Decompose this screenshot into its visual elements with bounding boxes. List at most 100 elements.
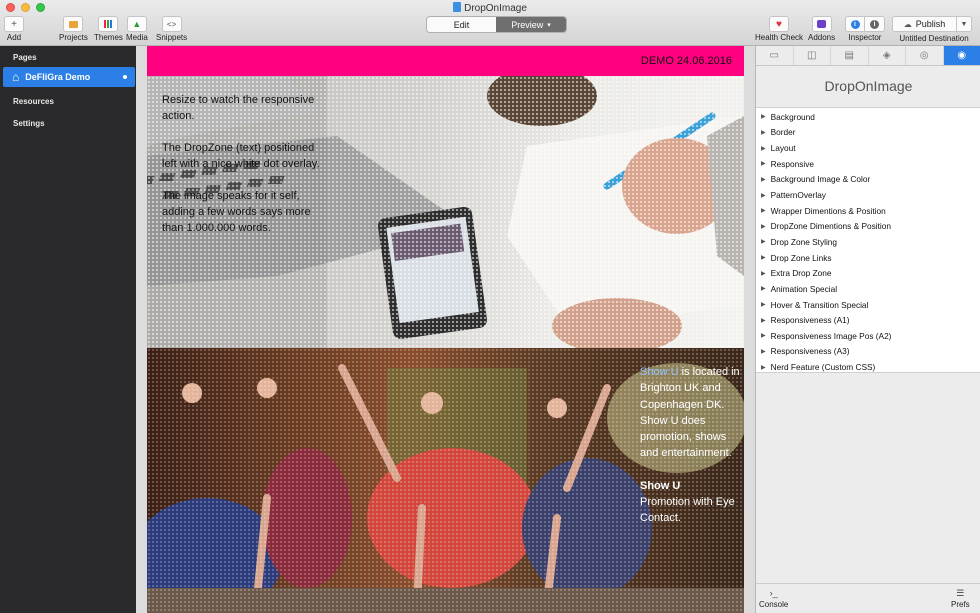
disclosure-triangle-icon: ▶ [761, 176, 766, 183]
cloud-icon: ☁ [903, 19, 912, 29]
disclosure-triangle-icon: ▶ [761, 364, 766, 371]
tab-target-icon[interactable]: ◎ [906, 46, 944, 65]
inspector-section-responsive[interactable]: ▶ Responsive [756, 156, 980, 172]
projects-button[interactable]: Projects [59, 16, 88, 42]
inspector-section-extra-dropzone[interactable]: ▶ Extra Drop Zone [756, 265, 980, 281]
inspector-section-wrapper-dimensions[interactable]: ▶ Wrapper Dimentions & Position [756, 203, 980, 219]
themes-icon [98, 16, 119, 32]
chevron-down-icon: ▼ [960, 20, 968, 28]
inspector-section-dropzone-dimensions[interactable]: ▶ DropZone Dimentions & Position [756, 218, 980, 234]
edit-mode-button[interactable]: Edit [427, 17, 496, 32]
addons-button[interactable]: Addons [808, 16, 835, 42]
disclosure-triangle-icon: ▶ [761, 239, 766, 246]
tab-layout-icon[interactable]: ◫ [794, 46, 831, 65]
disclosure-triangle-icon: ▶ [761, 302, 766, 308]
inspector-section-responsiveness-a2[interactable]: ▶ Responsiveness Image Pos (A2) [756, 328, 980, 344]
inspector-section-dropzone-links[interactable]: ▶ Drop Zone Links [756, 250, 980, 266]
pages-header: Pages [13, 53, 37, 62]
inspector-tabs: ▭ ◫ ▤ ◈ ◎ ◉ [756, 46, 980, 66]
toolbar: DropOnImage + Add Projects Themes ▲ Medi… [0, 0, 980, 46]
inspector-section-list: ▶ Background ▶ Border ▶ Layout ▶ Responsive … [756, 107, 980, 373]
show-dropzone-text: Show U is located in Brighton UK and Cop… [640, 364, 740, 543]
disclosure-triangle-icon: ▶ [761, 255, 766, 262]
disclosure-triangle-icon: ▶ [761, 317, 766, 324]
disclosure-triangle-icon: ▶ [761, 333, 766, 340]
console-button[interactable]: ›_ Console [759, 588, 788, 609]
media-button[interactable]: ▲ Media [126, 16, 148, 42]
disclosure-triangle-icon: ▶ [761, 223, 766, 230]
heart-icon: ♥ [769, 16, 790, 32]
inspector-section-dropzone-styling[interactable]: ▶ Drop Zone Styling [756, 234, 980, 250]
plus-icon: + [4, 16, 24, 32]
show-paragraph: Show U Promotion with Eye Contact. [640, 479, 735, 525]
info-icon[interactable]: i [845, 16, 865, 32]
disclosure-triangle-icon: ▶ [761, 161, 766, 168]
inspector-title: DropOnImage [824, 78, 913, 94]
inspector-panel: ▭ ◫ ▤ ◈ ◎ ◉ DropOnImage ▶ Background ▶ Bor… [755, 46, 980, 613]
themes-button[interactable]: Themes [94, 16, 123, 42]
document-icon [453, 2, 462, 12]
inspector-button[interactable]: i i Inspector [845, 16, 885, 42]
info-outline-icon[interactable]: i [865, 16, 885, 32]
hero-paragraph: Resize to watch the responsive action. [162, 94, 315, 122]
settings-header[interactable]: Settings [13, 119, 45, 128]
resources-header[interactable]: Resources [13, 97, 54, 106]
window-title: DropOnImage [0, 2, 980, 14]
inspector-section-responsiveness-a1[interactable]: ▶ Responsiveness (A1) [756, 312, 980, 328]
disclosure-triangle-icon: ▶ [761, 192, 766, 199]
inspector-section-nerd-feature[interactable]: ▶ Nerd Feature (Custom CSS) [756, 359, 980, 375]
health-check-button[interactable]: ♥ Health Check [755, 16, 803, 42]
projects-icon [63, 16, 84, 32]
inspector-section-border[interactable]: ▶ Border [756, 125, 980, 141]
page-preview: DEMO 24.06.2016 Resize to watch the resp… [147, 46, 744, 613]
disclosure-triangle-icon: ▶ [761, 129, 766, 136]
sliders-icon: ☰ [956, 588, 965, 598]
show-u-link[interactable]: Show U [640, 366, 679, 378]
publish-button-group: ☁ Publish ▼ [892, 16, 972, 32]
inspector-section-hover-transition[interactable]: ▶ Hover & Transition Special [756, 297, 980, 313]
page-name: DeFliGra Demo [25, 72, 91, 82]
hero-paragraph: The DropZone (text) positioned left with… [162, 142, 320, 170]
inspector-section-responsiveness-a3[interactable]: ▶ Responsiveness (A3) [756, 344, 980, 360]
disclosure-triangle-icon: ▶ [761, 270, 766, 277]
tab-stack-settings-icon[interactable]: ◉ [943, 46, 980, 65]
inspector-section-animation-special[interactable]: ▶ Animation Special [756, 281, 980, 297]
disclosure-triangle-icon: ▶ [761, 145, 766, 152]
preview-mode-button[interactable]: Preview ▾ [496, 17, 566, 32]
tab-page-icon[interactable]: ▭ [756, 46, 794, 65]
hero-paragraph: The image speaks for it self, adding a f… [162, 190, 311, 234]
add-button[interactable]: + Add [4, 16, 24, 42]
disclosure-triangle-icon: ▶ [761, 348, 766, 355]
home-icon: ⌂ [12, 70, 20, 84]
header-banner: DEMO 24.06.2016 [147, 46, 744, 76]
chevron-down-icon: ▾ [547, 21, 551, 29]
inspector-section-pattern-overlay[interactable]: ▶ PatternOverlay [756, 187, 980, 203]
hero-dropzone-text: Resize to watch the responsive action. T… [162, 92, 322, 252]
inspector-section-background[interactable]: ▶ Background [756, 109, 980, 125]
prefs-button[interactable]: ☰ Prefs [951, 588, 970, 609]
show-paragraph: Show U is located in Brighton UK and Cop… [640, 366, 740, 460]
inspector-toggle-group: i i [845, 16, 885, 32]
publish-button[interactable]: ☁ Publish [893, 17, 957, 31]
inspector-footer: ›_ Console ☰ Prefs [756, 583, 980, 613]
disclosure-triangle-icon: ▶ [761, 208, 766, 215]
mode-switch: Edit Preview ▾ [426, 16, 567, 33]
snippets-icon: <> [161, 16, 182, 32]
media-icon: ▲ [126, 16, 147, 32]
tab-header-icon[interactable]: ▤ [831, 46, 869, 65]
inspector-section-background-image-color[interactable]: ▶ Background Image & Color [756, 172, 980, 188]
addons-icon [811, 16, 832, 32]
sidebar: Pages ⌂ DeFliGra Demo Resources Settings [0, 46, 136, 613]
show-drop-on-image: Show U is located in Brighton UK and Cop… [147, 348, 744, 613]
tab-tag-icon[interactable]: ◈ [869, 46, 906, 65]
disclosure-triangle-icon: ▶ [761, 286, 766, 293]
page-indicator-dot [123, 75, 127, 79]
banner-date: DEMO 24.06.2016 [640, 55, 732, 67]
snippets-button[interactable]: <> Snippets [156, 16, 187, 42]
publish-menu-button[interactable]: ▼ [957, 17, 971, 31]
destination-label[interactable]: Untitled Destination [888, 34, 980, 43]
hero-drop-on-image: Resize to watch the responsive action. T… [147, 76, 744, 348]
inspector-section-layout[interactable]: ▶ Layout [756, 140, 980, 156]
terminal-icon: ›_ [769, 588, 778, 598]
sidebar-page-item[interactable]: ⌂ DeFliGra Demo [3, 67, 135, 87]
